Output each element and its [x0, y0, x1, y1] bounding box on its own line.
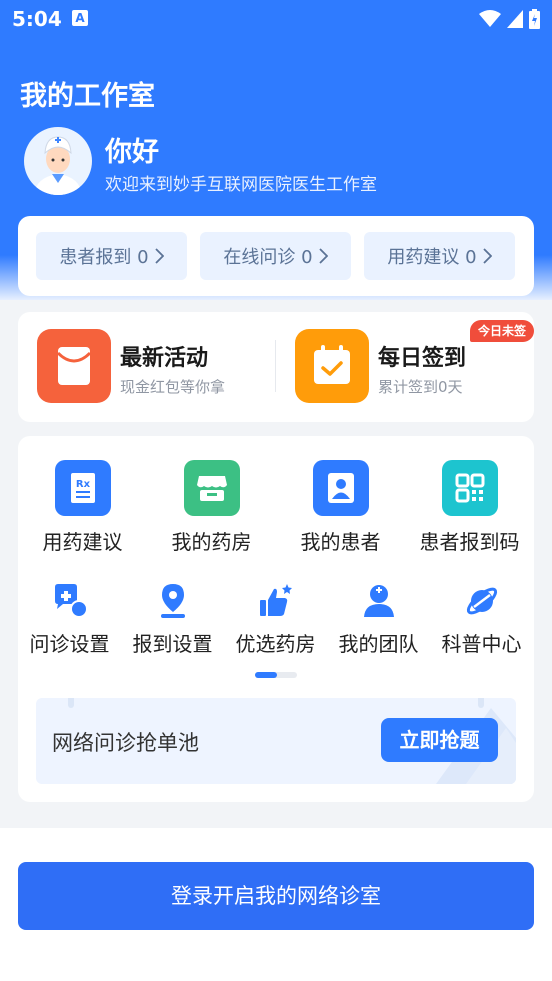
red-envelope-icon — [37, 329, 111, 403]
grab-order-button[interactable]: 立即抢题 — [381, 718, 498, 762]
grid-item-consult-settings[interactable]: 问诊设置 — [18, 582, 121, 657]
page-indicator — [255, 672, 297, 678]
store-icon — [183, 460, 240, 516]
grid-item-label: 报到设置 — [132, 632, 213, 656]
grid-item-label: 问诊设置 — [29, 632, 110, 656]
doctor-avatar-icon — [34, 136, 82, 195]
grid-item-my-pharmacy[interactable]: 我的药房 — [147, 460, 276, 555]
notification-icon: A — [72, 10, 88, 26]
qrcode-icon — [441, 460, 498, 516]
bottom-bar: 登录开启我的网络诊室 — [0, 828, 552, 981]
patient-checkin-stat[interactable]: 患者报到 0 — [36, 232, 187, 280]
greeting-text: 你好 — [105, 137, 159, 168]
location-icon — [153, 582, 193, 620]
daily-checkin-title: 每日签到 — [378, 346, 467, 371]
grid-item-label: 用药建议 — [42, 530, 123, 554]
chevron-right-icon — [318, 248, 328, 264]
grid-item-label: 我的团队 — [338, 632, 419, 656]
thumbs-up-icon — [256, 582, 296, 620]
grid-item-preferred-pharmacy[interactable]: 优选药房 — [224, 582, 327, 657]
prescription-icon: Rx — [54, 460, 111, 516]
wifi-icon — [479, 10, 501, 27]
consult-settings-icon — [50, 582, 90, 620]
feature-grid-card: Rx 用药建议 我的药房 我的患者 患者报到码 问诊设置 报到设置 优选药房 我… — [18, 436, 534, 802]
patient-icon — [312, 460, 369, 516]
chevron-right-icon — [154, 248, 164, 264]
activity-card: 最新活动 现金红包等你拿 每日签到 累计签到0天 今日未签 — [18, 312, 534, 422]
online-consult-stat[interactable]: 在线问诊 0 — [200, 232, 351, 280]
grid-item-checkin-settings[interactable]: 报到设置 — [121, 582, 224, 657]
grid-item-science-center[interactable]: 科普中心 — [430, 582, 533, 657]
order-pool-title: 网络问诊抢单池 — [52, 731, 199, 755]
stat-label: 患者报到 0 — [59, 247, 149, 268]
battery-icon — [529, 9, 540, 29]
grid-item-label: 我的药房 — [171, 530, 252, 554]
calendar-check-icon — [295, 329, 369, 403]
status-time: 5:04 — [12, 7, 62, 31]
chevron-right-icon — [482, 248, 492, 264]
divider — [275, 340, 276, 392]
grid-item-my-patients[interactable]: 我的患者 — [276, 460, 405, 555]
svg-text:Rx: Rx — [75, 479, 90, 490]
status-bar: 5:04 A — [0, 0, 552, 40]
grid-item-checkin-qrcode[interactable]: 患者报到码 — [405, 460, 534, 555]
grid-item-medication-advice[interactable]: Rx 用药建议 — [18, 460, 147, 555]
medication-advice-stat[interactable]: 用药建议 0 — [364, 232, 515, 280]
grid-item-label: 我的患者 — [300, 530, 381, 554]
grid-item-my-team[interactable]: 我的团队 — [327, 582, 430, 657]
checkin-status-badge: 今日未签 — [470, 320, 534, 342]
page-indicator-active — [255, 672, 277, 678]
order-pool-banner[interactable]: 网络问诊抢单池 立即抢题 — [36, 698, 516, 784]
signal-icon — [507, 10, 523, 28]
stat-label: 在线问诊 0 — [223, 247, 313, 268]
page-title: 我的工作室 — [20, 81, 155, 112]
grid-item-label: 优选药房 — [235, 632, 316, 656]
login-open-clinic-button[interactable]: 登录开启我的网络诊室 — [18, 862, 534, 930]
daily-checkin-subtitle: 累计签到0天 — [378, 378, 463, 396]
stats-card: 患者报到 0 在线问诊 0 用药建议 0 — [18, 216, 534, 296]
latest-activity-title: 最新活动 — [120, 346, 209, 371]
decor-pin — [68, 698, 74, 708]
stat-label: 用药建议 0 — [387, 247, 477, 268]
latest-activity-subtitle: 现金红包等你拿 — [120, 378, 226, 396]
grid-item-label: 患者报到码 — [419, 530, 520, 554]
welcome-text: 欢迎来到妙手互联网医院医生工作室 — [105, 175, 377, 195]
doctor-icon — [359, 582, 399, 620]
grid-item-label: 科普中心 — [441, 632, 522, 656]
avatar[interactable] — [24, 127, 92, 195]
planet-icon — [462, 582, 502, 620]
